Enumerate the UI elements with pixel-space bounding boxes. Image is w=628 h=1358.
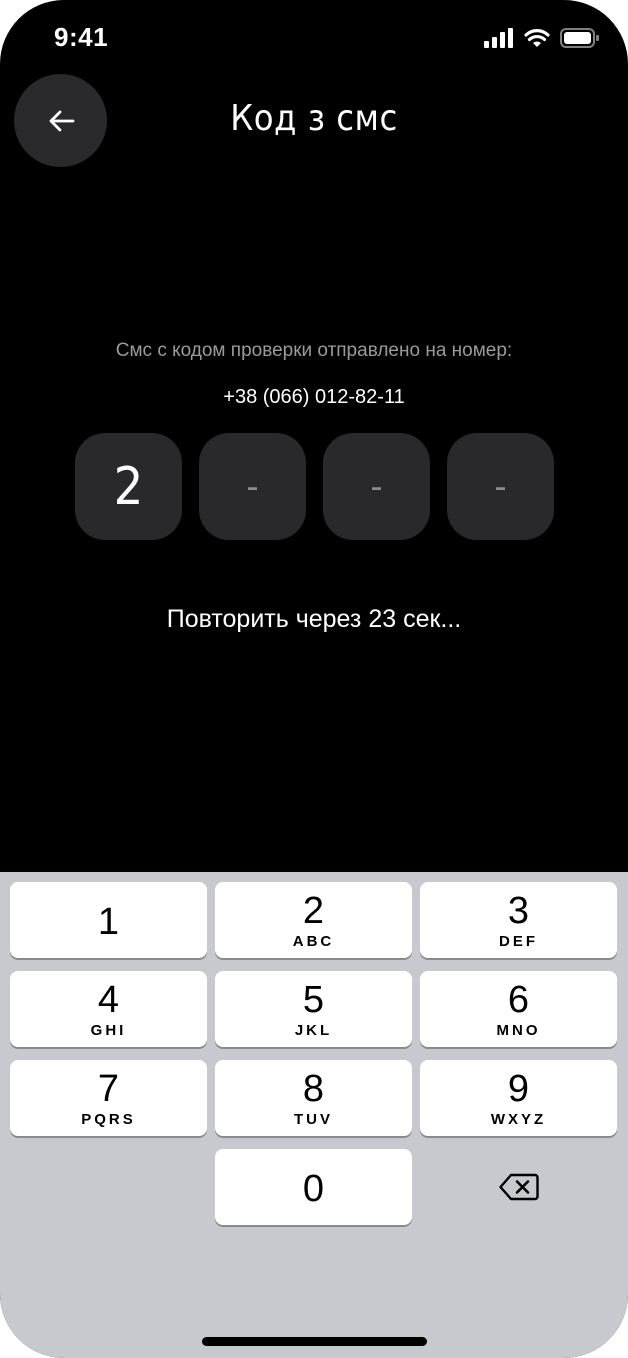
key-number: 1 xyxy=(97,901,120,943)
code-digit-1[interactable]: 2 xyxy=(75,433,182,540)
key-number: 6 xyxy=(507,978,530,1021)
key-letters: ABC xyxy=(292,932,335,950)
key-letters: TUV xyxy=(294,1110,333,1128)
key-number: 4 xyxy=(97,978,120,1021)
backspace-icon xyxy=(498,1173,539,1201)
key-number: 2 xyxy=(302,889,325,932)
key-number: 9 xyxy=(507,1067,530,1110)
key-4[interactable]: 4 GHI xyxy=(10,971,207,1047)
key-letters: JKL xyxy=(294,1021,333,1039)
key-2[interactable]: 2 ABC xyxy=(215,882,412,958)
phone-screen: 9:41 Код з смс Смс с кодом проверки отпр… xyxy=(0,0,628,1358)
key-letters: GHI xyxy=(90,1021,127,1039)
key-letters: DEF xyxy=(499,932,538,950)
code-input-row[interactable]: 2 - - - xyxy=(75,433,554,540)
key-3[interactable]: 3 DEF xyxy=(420,882,617,958)
key-5[interactable]: 5 JKL xyxy=(215,971,412,1047)
home-indicator[interactable] xyxy=(202,1337,427,1346)
sms-sent-message: Смс с кодом проверки отправлено на номер… xyxy=(115,340,513,361)
status-time: 9:41 xyxy=(54,22,109,52)
page-title: Код з смс xyxy=(230,98,398,139)
key-number: 3 xyxy=(507,889,530,932)
status-icons xyxy=(484,26,600,50)
key-number: 5 xyxy=(302,978,325,1021)
key-9[interactable]: 9 WXYZ xyxy=(420,1060,617,1136)
phone-number: +38 (066) 012-82-11 xyxy=(223,386,405,408)
key-number: 7 xyxy=(97,1067,120,1110)
resend-timer: Повторить через 23 сек... xyxy=(166,605,462,633)
wifi-icon xyxy=(524,29,550,47)
key-8[interactable]: 8 TUV xyxy=(215,1060,412,1136)
code-digit-3[interactable]: - xyxy=(323,433,430,540)
key-letters: MNO xyxy=(496,1021,541,1039)
key-7[interactable]: 7 PQRS xyxy=(10,1060,207,1136)
key-6[interactable]: 6 MNO xyxy=(420,971,617,1047)
code-digit-4[interactable]: - xyxy=(447,433,554,540)
key-1[interactable]: 1 xyxy=(10,882,207,958)
key-number: 0 xyxy=(302,1168,325,1210)
key-number: 8 xyxy=(302,1067,325,1110)
signal-bars-icon xyxy=(484,28,513,48)
key-letters: PQRS xyxy=(81,1110,136,1128)
code-digit-2[interactable]: - xyxy=(199,433,306,540)
backspace-button[interactable] xyxy=(420,1149,617,1225)
battery-icon xyxy=(560,28,599,48)
key-0[interactable]: 0 xyxy=(215,1149,412,1225)
key-letters: WXYZ xyxy=(490,1110,547,1128)
